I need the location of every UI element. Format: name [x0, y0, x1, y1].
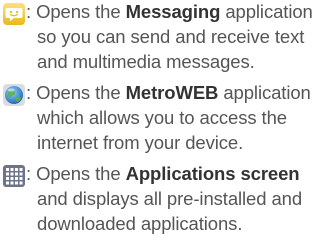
messaging-app-name: Messaging — [125, 1, 221, 22]
applications-line-3: downloaded applications. — [37, 213, 243, 234]
messaging-line-3: and multimedia messages. — [37, 51, 255, 72]
metroweb-line-1: : Opens the MetroWEB application — [26, 82, 311, 103]
applications-line-2: and displays all pre-installed and — [37, 188, 303, 209]
applications-grid-icon — [2, 164, 26, 188]
metroweb-line-2: which allows you to access the — [37, 107, 287, 128]
metroweb-app-name: MetroWEB — [125, 82, 219, 103]
messaging-line-1: : Opens the Messaging application — [26, 1, 313, 22]
metroweb-line-3: internet from your device. — [37, 132, 244, 153]
applications-line-1: : Opens the Applications screen — [26, 163, 300, 184]
applications-screen-name: Applications screen — [125, 163, 300, 184]
messaging-icon — [2, 2, 26, 26]
messaging-line-2: so you can send and receive text — [37, 26, 305, 47]
metroweb-icon — [2, 83, 26, 107]
